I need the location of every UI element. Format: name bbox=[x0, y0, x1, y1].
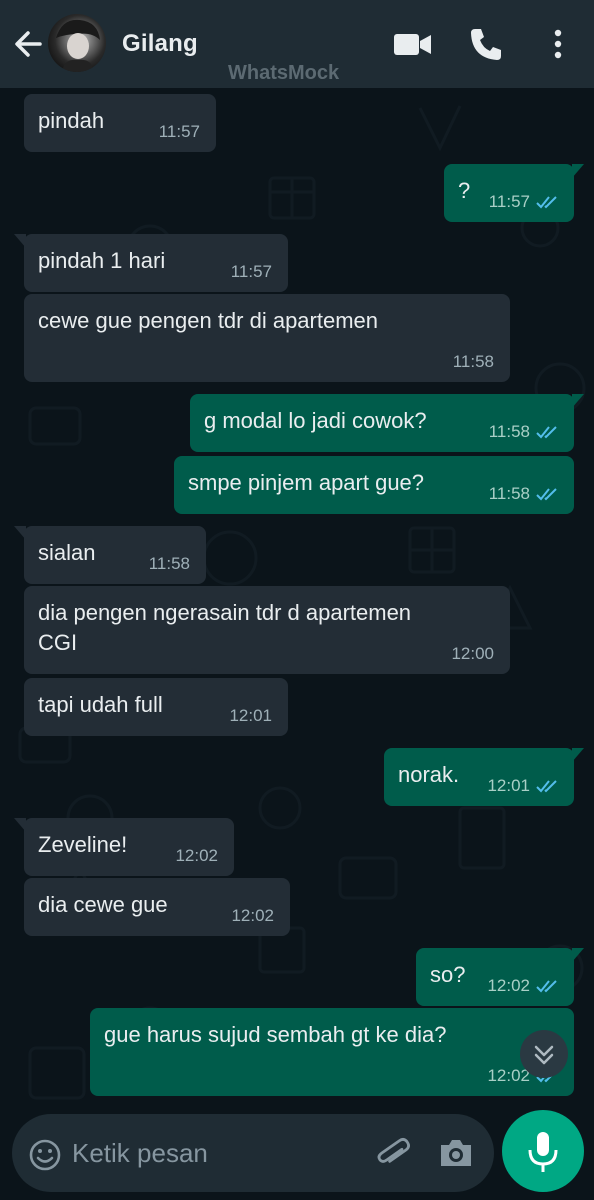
message-time: 11:57 bbox=[230, 262, 272, 281]
message-input-container[interactable]: Ketik pesan bbox=[12, 1114, 494, 1192]
read-receipt-icon bbox=[536, 196, 557, 209]
message-time: 12:02 bbox=[231, 906, 274, 925]
read-receipt-icon bbox=[536, 426, 557, 439]
message-outgoing[interactable]: smpe pinjem apart gue? 11:58 bbox=[174, 456, 574, 514]
message-incoming[interactable]: pindah 1 hari 11:57 bbox=[14, 234, 288, 292]
message-time: 12:02 bbox=[175, 846, 218, 865]
message-outgoing[interactable]: ? 11:57 bbox=[444, 164, 584, 222]
message-time: 12:01 bbox=[229, 706, 272, 725]
message-time: 12:01 bbox=[487, 776, 530, 795]
message-text: gue harus sujud sembah gt ke dia? bbox=[104, 1022, 447, 1047]
bubble-tail bbox=[572, 948, 584, 962]
attach-icon[interactable] bbox=[374, 1134, 414, 1174]
composer-bar: Ketik pesan bbox=[0, 1110, 594, 1200]
message-time: 11:58 bbox=[488, 484, 530, 503]
read-receipt-icon bbox=[536, 980, 557, 993]
message-line: CGI bbox=[38, 630, 78, 655]
double-chevron-down-icon bbox=[534, 1045, 554, 1065]
message-outgoing[interactable]: gue harus sujud sembah gt ke dia? 12:02 bbox=[90, 1008, 574, 1096]
more-options-icon[interactable] bbox=[538, 24, 578, 64]
message-time: 11:58 bbox=[452, 352, 494, 371]
bubble-tail bbox=[572, 748, 584, 762]
mic-icon bbox=[528, 1132, 558, 1172]
message-time: 12:02 bbox=[487, 976, 530, 995]
message-text: dia cewe gue bbox=[38, 892, 168, 917]
scroll-to-bottom-button[interactable] bbox=[520, 1030, 568, 1078]
bubble-tail bbox=[14, 818, 26, 832]
message-time: 11:58 bbox=[488, 422, 530, 441]
message-text: g modal lo jadi cowok? bbox=[204, 408, 427, 433]
message-text: cewe gue pengen tdr di apartemen bbox=[38, 308, 379, 333]
message-text: Zeveline! bbox=[38, 832, 128, 857]
message-line: dia pengen ngerasain tdr d apartemen bbox=[38, 600, 412, 625]
message-time: 11:58 bbox=[148, 554, 190, 573]
chat-header: Gilang WhatsMock bbox=[0, 0, 594, 88]
camera-icon[interactable] bbox=[438, 1136, 474, 1170]
message-time: 11:57 bbox=[158, 122, 200, 141]
message-incoming[interactable]: Zeveline! 12:02 bbox=[14, 818, 234, 876]
message-text: tapi udah full bbox=[38, 692, 163, 717]
contact-name[interactable]: Gilang bbox=[122, 30, 198, 58]
message-input[interactable]: Ketik pesan bbox=[72, 1138, 208, 1169]
message-incoming[interactable]: dia cewe gue 12:02 bbox=[24, 878, 290, 936]
bubble-tail bbox=[572, 394, 584, 408]
bubble-tail bbox=[572, 164, 584, 178]
message-text: dia pengen ngerasain tdr d apartemen CGI bbox=[38, 598, 411, 658]
bubble-tail bbox=[14, 234, 26, 248]
message-incoming[interactable]: dia pengen ngerasain tdr d apartemen CGI… bbox=[24, 586, 510, 674]
message-text: sialan bbox=[38, 540, 96, 565]
message-text: so? bbox=[430, 962, 466, 987]
bubble-tail bbox=[14, 526, 26, 540]
message-incoming[interactable]: tapi udah full 12:01 bbox=[24, 678, 288, 736]
voice-message-button[interactable] bbox=[502, 1110, 584, 1192]
contact-avatar[interactable] bbox=[48, 14, 106, 72]
message-outgoing[interactable]: so? 12:02 bbox=[416, 948, 584, 1006]
message-text: norak. bbox=[398, 762, 460, 787]
message-outgoing[interactable]: g modal lo jadi cowok? 11:58 bbox=[190, 394, 584, 452]
read-receipt-icon bbox=[536, 780, 557, 793]
message-text: pindah 1 hari bbox=[38, 248, 166, 273]
back-arrow-icon[interactable] bbox=[10, 24, 46, 64]
video-call-icon[interactable] bbox=[392, 24, 432, 64]
message-outgoing[interactable]: norak. 12:01 bbox=[384, 748, 584, 806]
voice-call-icon[interactable] bbox=[466, 24, 506, 64]
message-list[interactable]: pindah 11:57 ? 11:57 pindah 1 hari 11:57… bbox=[0, 88, 594, 1110]
message-text: smpe pinjem apart gue? bbox=[188, 470, 425, 495]
message-time: 11:57 bbox=[488, 192, 530, 211]
message-text: ? bbox=[458, 178, 471, 203]
read-receipt-icon bbox=[536, 488, 557, 501]
emoji-icon[interactable] bbox=[28, 1138, 62, 1172]
message-time: 12:00 bbox=[451, 644, 494, 663]
watermark: WhatsMock bbox=[228, 62, 340, 84]
message-incoming[interactable]: cewe gue pengen tdr di apartemen 11:58 bbox=[24, 294, 510, 382]
message-incoming[interactable]: sialan 11:58 bbox=[14, 526, 206, 584]
message-text: pindah bbox=[38, 108, 105, 133]
message-incoming[interactable]: pindah 11:57 bbox=[24, 94, 216, 152]
